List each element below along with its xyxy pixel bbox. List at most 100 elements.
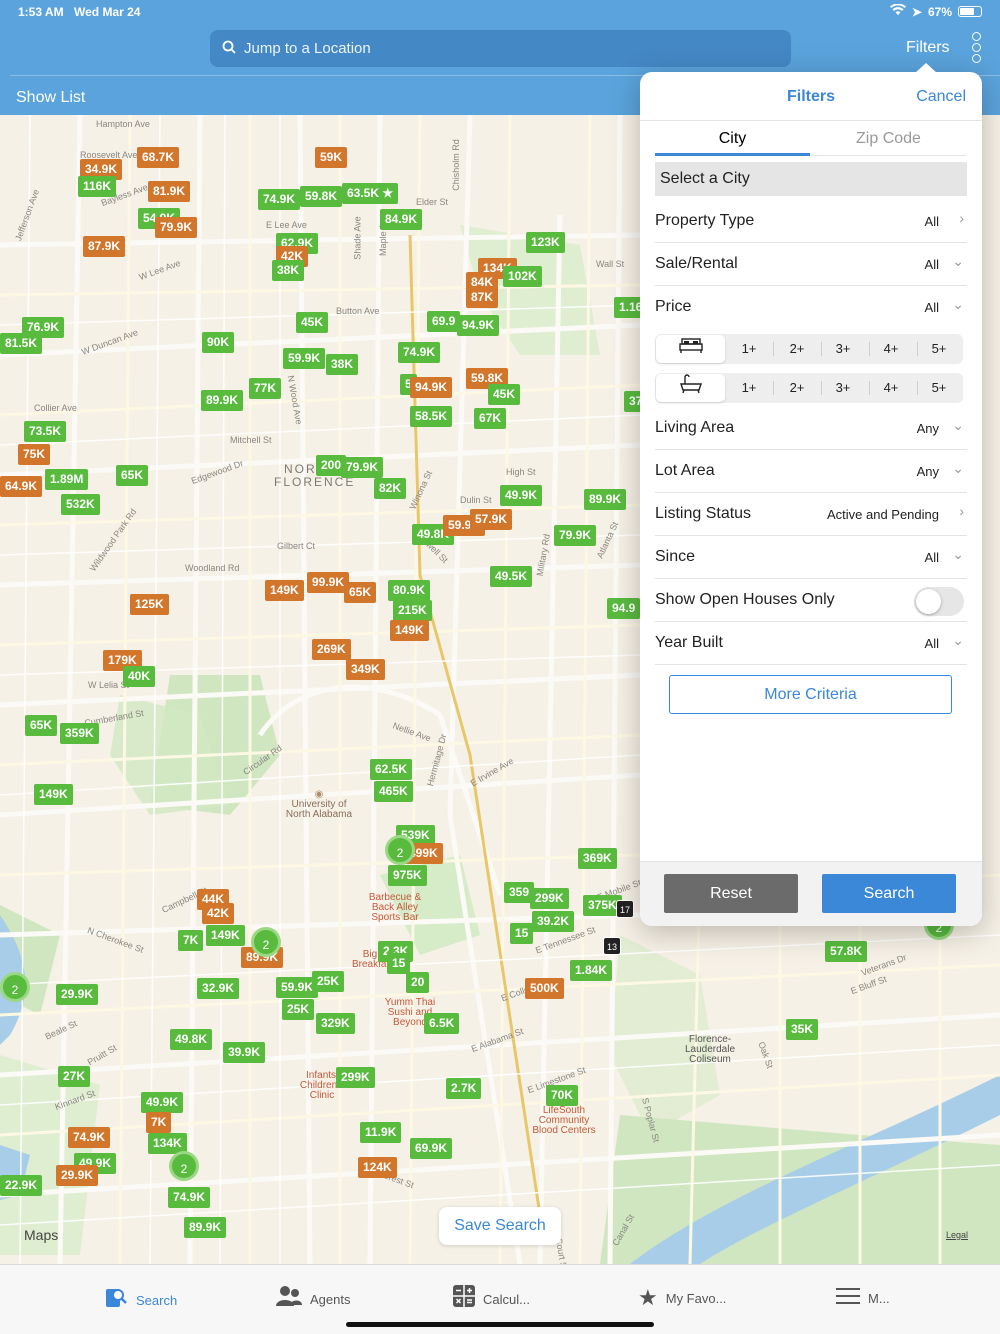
search-button[interactable]: Search	[822, 874, 956, 913]
price-marker[interactable]: 299K	[336, 1067, 375, 1088]
price-marker[interactable]: 89.9K	[201, 390, 244, 411]
price-marker[interactable]: 149K	[34, 784, 73, 805]
price-marker[interactable]: 74.9K	[168, 1187, 211, 1208]
price-marker[interactable]: 116K	[78, 176, 117, 197]
bathrooms-option[interactable]: 3+	[819, 373, 867, 403]
price-marker[interactable]: 57.9K	[470, 509, 513, 530]
open-houses-toggle[interactable]	[914, 587, 964, 616]
price-marker[interactable]: 42K	[202, 903, 235, 924]
price-marker[interactable]: 29.9K	[56, 984, 99, 1005]
price-marker[interactable]: 299K	[530, 888, 569, 909]
since-row[interactable]: Since All ⌄	[655, 536, 967, 579]
price-marker[interactable]: 369K	[578, 848, 617, 869]
price-marker[interactable]: 82K	[374, 478, 407, 499]
price-marker[interactable]: 64.9K	[0, 476, 43, 497]
price-marker[interactable]: 79.9K	[155, 217, 198, 238]
price-marker[interactable]: 35K	[786, 1019, 819, 1040]
price-marker[interactable]: 49.8K	[170, 1029, 213, 1050]
price-marker[interactable]: 269K	[312, 639, 351, 660]
bedrooms-option[interactable]: 1+	[725, 334, 773, 364]
price-marker[interactable]: 45K	[488, 384, 521, 405]
price-marker[interactable]: 532K	[61, 494, 100, 515]
show-list-button[interactable]: Show List	[16, 89, 85, 107]
price-marker[interactable]: 81.9K	[148, 181, 191, 202]
more-options-icon[interactable]	[970, 32, 982, 64]
poi-coliseum[interactable]: Florence-Lauderdale Coliseum	[672, 1035, 748, 1065]
price-marker[interactable]: 32.9K	[197, 978, 240, 999]
price-marker[interactable]: 39.2K	[532, 911, 575, 932]
price-marker[interactable]: 1.89M	[45, 469, 89, 490]
price-marker[interactable]: 80.9K	[388, 580, 431, 601]
price-marker[interactable]: 149K	[390, 620, 429, 641]
price-marker[interactable]: 359K	[60, 723, 99, 744]
poi-barbecue[interactable]: Barbecue & Back Alley Sports Bar	[362, 893, 428, 923]
price-marker[interactable]: 94.9K	[410, 377, 453, 398]
bathrooms-option[interactable]: 1+	[725, 373, 773, 403]
poi-lifesouth[interactable]: LifeSouth Community Blood Centers	[528, 1106, 600, 1136]
price-marker[interactable]: 124K	[358, 1157, 397, 1178]
price-marker[interactable]: 87.9K	[83, 236, 126, 257]
price-marker[interactable]: 11.9K	[360, 1122, 402, 1143]
price-marker[interactable]: 2.7K	[446, 1078, 482, 1099]
price-marker[interactable]: 79.9K	[341, 457, 384, 478]
price-marker[interactable]: 65K	[344, 582, 377, 603]
price-row[interactable]: Price All ⌄	[655, 286, 967, 329]
tab-agents[interactable]: Agents	[276, 1285, 350, 1313]
save-search-button[interactable]: Save Search	[439, 1207, 561, 1245]
property-type-row[interactable]: Property Type All ›	[655, 200, 967, 243]
bathrooms-option[interactable]: 4+	[867, 373, 915, 403]
cluster-marker[interactable]: 2	[251, 927, 281, 957]
price-marker[interactable]: 75K	[18, 444, 51, 465]
cluster-marker[interactable]: 2	[169, 1151, 199, 1181]
bedrooms-option[interactable]: 2+	[773, 334, 821, 364]
price-marker[interactable]: 22.9K	[0, 1175, 43, 1196]
price-marker[interactable]: 38K	[326, 354, 359, 375]
tab-calculator[interactable]: Calcul...	[453, 1285, 530, 1313]
price-marker[interactable]: 99.9K	[307, 572, 350, 593]
price-marker[interactable]: 27K	[58, 1066, 91, 1087]
price-marker[interactable]: 94.9K	[457, 315, 500, 336]
price-marker[interactable]: 6.5K	[424, 1013, 460, 1034]
price-marker[interactable]: 465K	[374, 781, 413, 802]
price-marker[interactable]: 73.5K	[24, 421, 67, 442]
reset-button[interactable]: Reset	[664, 874, 798, 913]
year-built-row[interactable]: Year Built All ⌄	[655, 622, 967, 665]
price-marker[interactable]: 67K	[474, 408, 507, 429]
cluster-marker[interactable]: 2	[0, 972, 30, 1002]
price-marker[interactable]: 149K	[265, 580, 304, 601]
price-marker[interactable]: 94.9	[607, 598, 641, 619]
price-marker[interactable]: 65K	[116, 465, 149, 486]
price-marker[interactable]: 15	[387, 953, 411, 974]
bedrooms-option[interactable]: 5+	[915, 334, 963, 364]
price-marker[interactable]: 74.9K	[398, 342, 441, 363]
sale-rental-row[interactable]: Sale/Rental All ⌄	[655, 243, 967, 286]
price-marker[interactable]: 62.5K	[370, 759, 413, 780]
price-marker[interactable]: 65K	[25, 715, 58, 736]
price-marker[interactable]: 49.9K	[500, 485, 543, 506]
cluster-marker[interactable]: 2	[385, 835, 415, 865]
tab-city[interactable]: City	[655, 130, 810, 156]
price-marker[interactable]: 20	[406, 972, 430, 993]
price-marker[interactable]: 149K	[206, 925, 245, 946]
poi-university[interactable]: ◉ University of North Alabama	[280, 790, 358, 820]
price-marker[interactable]: 58.5K	[410, 406, 453, 427]
tab-favorites[interactable]: ★ My Favo...	[638, 1285, 726, 1311]
price-marker[interactable]: 59.9K	[283, 348, 326, 369]
price-marker[interactable]: 74.9K	[68, 1127, 111, 1148]
price-marker[interactable]: 975K	[388, 865, 427, 886]
price-marker[interactable]: 7K	[146, 1112, 172, 1133]
cancel-button[interactable]: Cancel	[916, 88, 966, 106]
price-marker[interactable]: 84.9K	[380, 209, 423, 230]
bedrooms-option[interactable]: 4+	[867, 334, 915, 364]
price-marker[interactable]: 59K	[315, 147, 348, 168]
price-marker[interactable]: 102K	[503, 266, 542, 287]
price-marker[interactable]: 49.9K	[141, 1092, 184, 1113]
price-marker[interactable]: 79.9K	[554, 525, 597, 546]
price-marker[interactable]: 87K	[466, 287, 499, 308]
price-marker[interactable]: 69.9K	[410, 1138, 453, 1159]
price-marker[interactable]: 69.9	[427, 311, 461, 332]
city-select[interactable]: Select a City	[655, 162, 967, 196]
price-marker[interactable]: 74.9K	[258, 189, 301, 210]
bathrooms-option[interactable]: 2+	[773, 373, 821, 403]
price-marker[interactable]: 15	[510, 923, 534, 944]
